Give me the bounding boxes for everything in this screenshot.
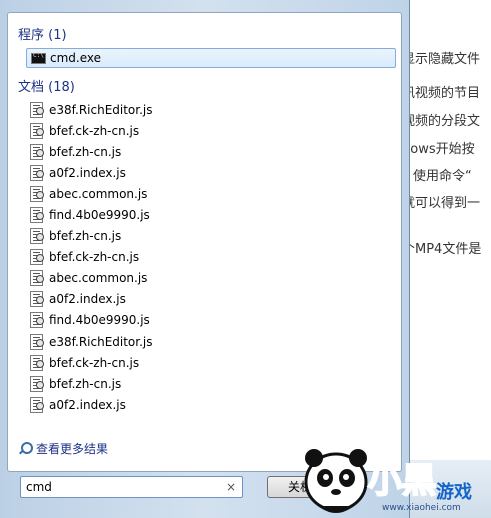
- document-item-label: e38f.RichEditor.js: [49, 334, 153, 349]
- documents-header: 文档 (18): [18, 80, 75, 95]
- document-item[interactable]: bfef.zh-cn.js: [30, 226, 390, 247]
- search-box: ×: [20, 476, 243, 498]
- js-file-icon: [30, 354, 44, 371]
- background-text-line: 讯视频的节目: [402, 86, 481, 101]
- document-item[interactable]: bfef.ck-zh-cn.js: [30, 120, 390, 141]
- document-item[interactable]: bfef.ck-zh-cn.js: [30, 352, 390, 373]
- js-file-icon: [30, 122, 44, 139]
- document-item[interactable]: bfef.zh-cn.js: [30, 141, 390, 162]
- js-file-icon: [30, 312, 44, 329]
- background-text-line: 个MP4文件是: [402, 242, 482, 257]
- search-input[interactable]: [26, 480, 216, 494]
- background-text-line: 视频的分段文: [402, 114, 481, 129]
- watermark-url: www.xiaohei.com: [382, 503, 461, 513]
- document-item[interactable]: e38f.RichEditor.js: [30, 99, 390, 120]
- program-item-label: cmd.exe: [50, 51, 102, 65]
- document-item-label: a0f2.index.js: [49, 292, 126, 307]
- background-text-line: 使用命令“: [413, 169, 472, 184]
- document-item-label: abec.common.js: [49, 186, 148, 201]
- document-item[interactable]: bfef.zh-cn.js: [30, 373, 390, 394]
- background-text-line: 就可以得到一: [402, 196, 481, 211]
- js-file-icon: [30, 164, 44, 181]
- document-item[interactable]: a0f2.index.js: [30, 162, 390, 183]
- search-icon: [18, 441, 33, 456]
- document-item-label: a0f2.index.js: [49, 397, 126, 412]
- document-item[interactable]: e38f.RichEditor.js: [30, 331, 390, 352]
- see-more-results-label: 查看更多结果: [36, 442, 109, 456]
- document-item[interactable]: abec.common.js: [30, 183, 390, 204]
- js-file-icon: [30, 185, 44, 202]
- search-results-panel: 程序 (1) cmd.exe 文档 (18) e38f.RichEditor.j…: [7, 12, 402, 472]
- document-item[interactable]: bfef.ck-zh-cn.js: [30, 247, 390, 268]
- document-item[interactable]: a0f2.index.js: [30, 289, 390, 310]
- js-file-icon: [30, 143, 44, 160]
- document-item-label: bfef.zh-cn.js: [49, 144, 122, 159]
- js-file-icon: [30, 333, 44, 350]
- see-more-results-link[interactable]: 查看更多结果: [18, 440, 108, 457]
- document-item-label: bfef.zh-cn.js: [49, 229, 122, 244]
- js-file-icon: [30, 291, 44, 308]
- document-item-label: bfef.ck-zh-cn.js: [49, 123, 140, 138]
- document-item-label: a0f2.index.js: [49, 165, 126, 180]
- document-item-label: abec.common.js: [49, 271, 148, 286]
- programs-header: 程序 (1): [18, 28, 67, 43]
- document-item-label: bfef.zh-cn.js: [49, 376, 122, 391]
- clear-search-icon[interactable]: ×: [226, 480, 236, 494]
- js-file-icon: [30, 249, 44, 266]
- document-item[interactable]: a0f2.index.js: [30, 394, 390, 415]
- watermark-brand-sub: 游戏: [436, 481, 472, 503]
- js-file-icon: [30, 375, 44, 392]
- document-item-label: bfef.ck-zh-cn.js: [49, 355, 140, 370]
- document-item[interactable]: find.4b0e9990.js: [30, 310, 390, 331]
- js-file-icon: [30, 270, 44, 287]
- document-item[interactable]: abec.common.js: [30, 268, 390, 289]
- js-file-icon: [30, 101, 44, 118]
- background-text-line: dows开始按: [402, 142, 475, 157]
- documents-list: e38f.RichEditor.js bfef.ck-zh-cn.js bfef.z…: [30, 99, 390, 415]
- document-item-label: e38f.RichEditor.js: [49, 102, 153, 117]
- document-item-label: find.4b0e9990.js: [49, 313, 150, 328]
- cmd-icon: [31, 52, 46, 64]
- background-text-line: 显示隐藏文件: [402, 52, 481, 67]
- js-file-icon: [30, 228, 44, 245]
- watermark-brand: 小黑: [368, 461, 436, 501]
- document-item-label: bfef.ck-zh-cn.js: [49, 250, 140, 265]
- js-file-icon: [30, 396, 44, 413]
- program-item-cmd[interactable]: cmd.exe: [26, 48, 396, 68]
- js-file-icon: [30, 207, 44, 224]
- document-item-label: find.4b0e9990.js: [49, 208, 150, 223]
- document-item[interactable]: find.4b0e9990.js: [30, 204, 390, 225]
